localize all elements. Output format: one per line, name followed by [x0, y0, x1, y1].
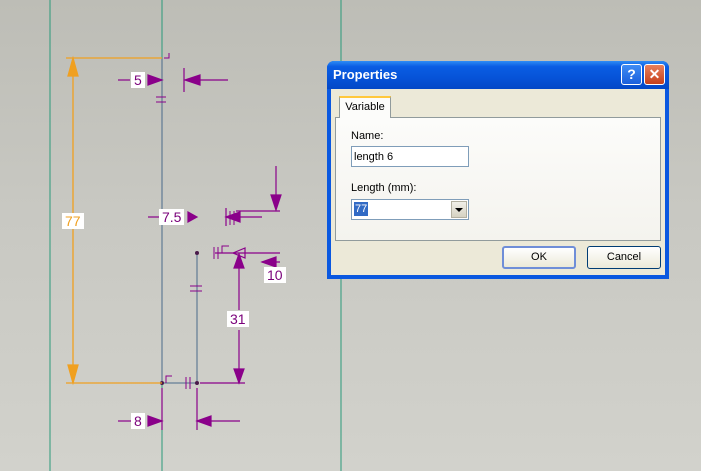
dialog-titlebar[interactable]: Properties ? ✕	[327, 61, 669, 89]
dimension-8-label[interactable]: 8	[131, 413, 145, 429]
name-field[interactable]	[351, 146, 469, 167]
name-label: Name:	[351, 130, 384, 142]
dimension-10	[215, 247, 280, 268]
close-icon: ✕	[648, 66, 661, 82]
variable-tab-panel: Name: Length (mm): 77	[335, 117, 661, 241]
close-button[interactable]: ✕	[644, 64, 665, 85]
length-label: Length (mm):	[351, 182, 417, 194]
geometry-points	[160, 251, 199, 385]
dimension-10-label[interactable]: 10	[264, 267, 286, 283]
properties-dialog: Properties ? ✕ Variable Name: Length (mm…	[327, 61, 669, 279]
dialog-client: Variable Name: Length (mm): 77 OK Cancel	[331, 89, 665, 275]
length-dropdown-button[interactable]	[451, 201, 467, 218]
cancel-button[interactable]: Cancel	[587, 246, 661, 269]
dimension-31-label[interactable]: 31	[227, 311, 249, 327]
length-combobox[interactable]: 77	[351, 199, 469, 220]
length-value[interactable]: 77	[354, 202, 369, 216]
dimension-5-label[interactable]: 5	[131, 72, 145, 88]
chevron-down-icon	[455, 208, 463, 212]
help-icon: ?	[627, 66, 636, 82]
help-button[interactable]: ?	[621, 64, 642, 85]
dialog-title: Properties	[333, 67, 398, 82]
tab-variable[interactable]: Variable	[339, 96, 391, 118]
ok-button[interactable]: OK	[502, 246, 576, 269]
dimension-77-label[interactable]: 77	[62, 213, 84, 229]
dimension-7-5-label[interactable]: 7.5	[159, 209, 185, 225]
